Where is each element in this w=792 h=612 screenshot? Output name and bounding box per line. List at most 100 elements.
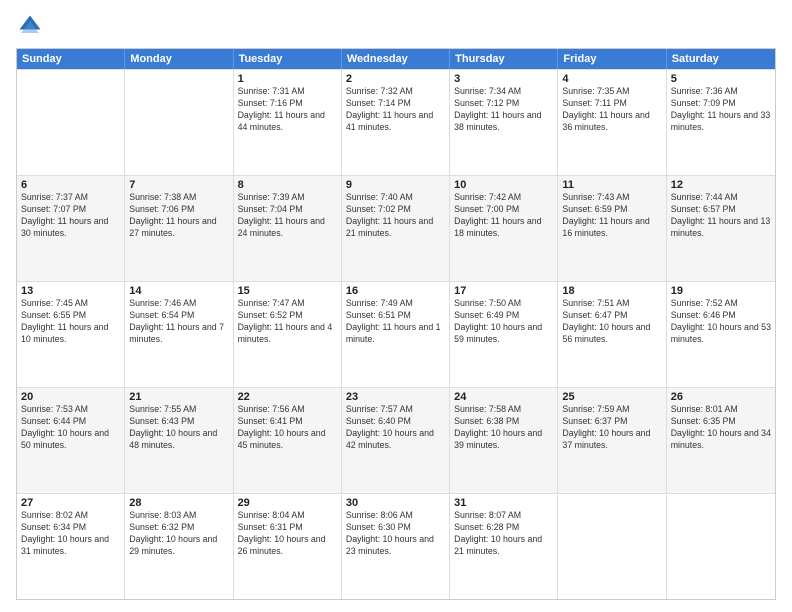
header-day-monday: Monday [125, 49, 233, 69]
cell-content: Sunrise: 8:06 AM Sunset: 6:30 PM Dayligh… [346, 510, 445, 558]
cell-content: Sunrise: 7:31 AM Sunset: 7:16 PM Dayligh… [238, 86, 337, 134]
cal-cell: 18Sunrise: 7:51 AM Sunset: 6:47 PM Dayli… [558, 282, 666, 387]
cell-content: Sunrise: 8:03 AM Sunset: 6:32 PM Dayligh… [129, 510, 228, 558]
cal-cell [125, 70, 233, 175]
cal-cell: 19Sunrise: 7:52 AM Sunset: 6:46 PM Dayli… [667, 282, 775, 387]
day-number: 23 [346, 391, 445, 403]
cal-cell: 3Sunrise: 7:34 AM Sunset: 7:12 PM Daylig… [450, 70, 558, 175]
day-number: 12 [671, 179, 771, 191]
cell-content: Sunrise: 8:01 AM Sunset: 6:35 PM Dayligh… [671, 404, 771, 452]
calendar: SundayMondayTuesdayWednesdayThursdayFrid… [16, 48, 776, 600]
cal-cell: 31Sunrise: 8:07 AM Sunset: 6:28 PM Dayli… [450, 494, 558, 599]
cal-cell: 15Sunrise: 7:47 AM Sunset: 6:52 PM Dayli… [234, 282, 342, 387]
day-number: 22 [238, 391, 337, 403]
cell-content: Sunrise: 8:07 AM Sunset: 6:28 PM Dayligh… [454, 510, 553, 558]
cal-cell: 26Sunrise: 8:01 AM Sunset: 6:35 PM Dayli… [667, 388, 775, 493]
cal-cell: 22Sunrise: 7:56 AM Sunset: 6:41 PM Dayli… [234, 388, 342, 493]
cal-cell: 21Sunrise: 7:55 AM Sunset: 6:43 PM Dayli… [125, 388, 233, 493]
cal-cell: 30Sunrise: 8:06 AM Sunset: 6:30 PM Dayli… [342, 494, 450, 599]
cal-cell: 4Sunrise: 7:35 AM Sunset: 7:11 PM Daylig… [558, 70, 666, 175]
day-number: 19 [671, 285, 771, 297]
cell-content: Sunrise: 7:59 AM Sunset: 6:37 PM Dayligh… [562, 404, 661, 452]
cal-cell: 13Sunrise: 7:45 AM Sunset: 6:55 PM Dayli… [17, 282, 125, 387]
day-number: 20 [21, 391, 120, 403]
day-number: 4 [562, 73, 661, 85]
cal-cell: 29Sunrise: 8:04 AM Sunset: 6:31 PM Dayli… [234, 494, 342, 599]
cal-cell: 5Sunrise: 7:36 AM Sunset: 7:09 PM Daylig… [667, 70, 775, 175]
cell-content: Sunrise: 7:49 AM Sunset: 6:51 PM Dayligh… [346, 298, 445, 346]
day-number: 8 [238, 179, 337, 191]
calendar-row-4: 27Sunrise: 8:02 AM Sunset: 6:34 PM Dayli… [17, 493, 775, 599]
calendar-row-1: 6Sunrise: 7:37 AM Sunset: 7:07 PM Daylig… [17, 175, 775, 281]
day-number: 16 [346, 285, 445, 297]
day-number: 1 [238, 73, 337, 85]
cal-cell: 2Sunrise: 7:32 AM Sunset: 7:14 PM Daylig… [342, 70, 450, 175]
cell-content: Sunrise: 7:53 AM Sunset: 6:44 PM Dayligh… [21, 404, 120, 452]
cal-cell: 25Sunrise: 7:59 AM Sunset: 6:37 PM Dayli… [558, 388, 666, 493]
cell-content: Sunrise: 7:46 AM Sunset: 6:54 PM Dayligh… [129, 298, 228, 346]
day-number: 9 [346, 179, 445, 191]
cal-cell: 8Sunrise: 7:39 AM Sunset: 7:04 PM Daylig… [234, 176, 342, 281]
header-day-tuesday: Tuesday [234, 49, 342, 69]
logo-icon [16, 12, 44, 40]
day-number: 28 [129, 497, 228, 509]
day-number: 24 [454, 391, 553, 403]
cal-cell: 12Sunrise: 7:44 AM Sunset: 6:57 PM Dayli… [667, 176, 775, 281]
cal-cell: 16Sunrise: 7:49 AM Sunset: 6:51 PM Dayli… [342, 282, 450, 387]
day-number: 7 [129, 179, 228, 191]
day-number: 17 [454, 285, 553, 297]
day-number: 29 [238, 497, 337, 509]
day-number: 18 [562, 285, 661, 297]
cell-content: Sunrise: 7:51 AM Sunset: 6:47 PM Dayligh… [562, 298, 661, 346]
header-day-friday: Friday [558, 49, 666, 69]
day-number: 5 [671, 73, 771, 85]
cal-cell: 20Sunrise: 7:53 AM Sunset: 6:44 PM Dayli… [17, 388, 125, 493]
cal-cell [558, 494, 666, 599]
cell-content: Sunrise: 7:35 AM Sunset: 7:11 PM Dayligh… [562, 86, 661, 134]
cal-cell [667, 494, 775, 599]
cal-cell: 14Sunrise: 7:46 AM Sunset: 6:54 PM Dayli… [125, 282, 233, 387]
calendar-row-0: 1Sunrise: 7:31 AM Sunset: 7:16 PM Daylig… [17, 69, 775, 175]
day-number: 2 [346, 73, 445, 85]
day-number: 30 [346, 497, 445, 509]
header-day-wednesday: Wednesday [342, 49, 450, 69]
cell-content: Sunrise: 7:47 AM Sunset: 6:52 PM Dayligh… [238, 298, 337, 346]
cell-content: Sunrise: 8:04 AM Sunset: 6:31 PM Dayligh… [238, 510, 337, 558]
calendar-row-3: 20Sunrise: 7:53 AM Sunset: 6:44 PM Dayli… [17, 387, 775, 493]
cell-content: Sunrise: 7:45 AM Sunset: 6:55 PM Dayligh… [21, 298, 120, 346]
day-number: 10 [454, 179, 553, 191]
cell-content: Sunrise: 7:57 AM Sunset: 6:40 PM Dayligh… [346, 404, 445, 452]
cell-content: Sunrise: 7:55 AM Sunset: 6:43 PM Dayligh… [129, 404, 228, 452]
cell-content: Sunrise: 7:39 AM Sunset: 7:04 PM Dayligh… [238, 192, 337, 240]
cell-content: Sunrise: 8:02 AM Sunset: 6:34 PM Dayligh… [21, 510, 120, 558]
cell-content: Sunrise: 7:38 AM Sunset: 7:06 PM Dayligh… [129, 192, 228, 240]
cal-cell: 24Sunrise: 7:58 AM Sunset: 6:38 PM Dayli… [450, 388, 558, 493]
cal-cell: 10Sunrise: 7:42 AM Sunset: 7:00 PM Dayli… [450, 176, 558, 281]
logo [16, 12, 48, 40]
cell-content: Sunrise: 7:56 AM Sunset: 6:41 PM Dayligh… [238, 404, 337, 452]
cell-content: Sunrise: 7:58 AM Sunset: 6:38 PM Dayligh… [454, 404, 553, 452]
calendar-page: SundayMondayTuesdayWednesdayThursdayFrid… [0, 0, 792, 612]
cell-content: Sunrise: 7:32 AM Sunset: 7:14 PM Dayligh… [346, 86, 445, 134]
calendar-body: 1Sunrise: 7:31 AM Sunset: 7:16 PM Daylig… [17, 69, 775, 599]
cal-cell: 17Sunrise: 7:50 AM Sunset: 6:49 PM Dayli… [450, 282, 558, 387]
calendar-row-2: 13Sunrise: 7:45 AM Sunset: 6:55 PM Dayli… [17, 281, 775, 387]
cal-cell: 7Sunrise: 7:38 AM Sunset: 7:06 PM Daylig… [125, 176, 233, 281]
cell-content: Sunrise: 7:44 AM Sunset: 6:57 PM Dayligh… [671, 192, 771, 240]
day-number: 27 [21, 497, 120, 509]
day-number: 25 [562, 391, 661, 403]
calendar-header: SundayMondayTuesdayWednesdayThursdayFrid… [17, 49, 775, 69]
day-number: 14 [129, 285, 228, 297]
cal-cell: 9Sunrise: 7:40 AM Sunset: 7:02 PM Daylig… [342, 176, 450, 281]
cell-content: Sunrise: 7:36 AM Sunset: 7:09 PM Dayligh… [671, 86, 771, 134]
day-number: 3 [454, 73, 553, 85]
day-number: 6 [21, 179, 120, 191]
cell-content: Sunrise: 7:37 AM Sunset: 7:07 PM Dayligh… [21, 192, 120, 240]
cell-content: Sunrise: 7:52 AM Sunset: 6:46 PM Dayligh… [671, 298, 771, 346]
day-number: 26 [671, 391, 771, 403]
cal-cell: 27Sunrise: 8:02 AM Sunset: 6:34 PM Dayli… [17, 494, 125, 599]
cell-content: Sunrise: 7:43 AM Sunset: 6:59 PM Dayligh… [562, 192, 661, 240]
cal-cell [17, 70, 125, 175]
header-day-saturday: Saturday [667, 49, 775, 69]
cell-content: Sunrise: 7:42 AM Sunset: 7:00 PM Dayligh… [454, 192, 553, 240]
